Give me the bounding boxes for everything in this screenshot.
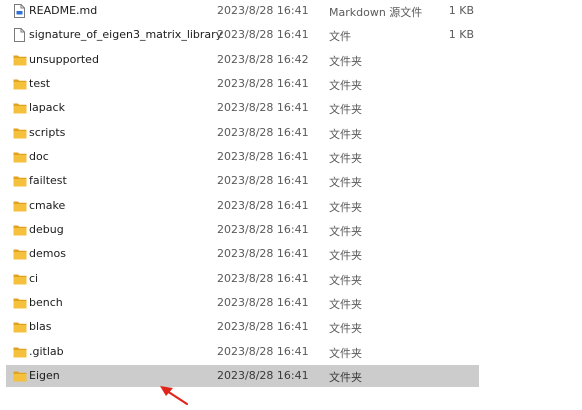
folder-icon	[13, 150, 27, 164]
file-name: cmake	[29, 199, 66, 212]
file-date-modified: 2023/8/28 16:41	[217, 4, 309, 17]
markdown-file-icon	[13, 4, 25, 18]
file-type: 文件夹	[329, 79, 362, 92]
file-name: debug	[29, 223, 64, 236]
file-date-modified: 2023/8/28 16:41	[217, 28, 309, 41]
file-date-modified: 2023/8/28 16:41	[217, 77, 309, 90]
file-date-modified: 2023/8/28 16:41	[217, 272, 309, 285]
file-date-modified: 2023/8/28 16:41	[217, 223, 309, 236]
folder-icon	[13, 247, 27, 261]
folder-icon	[13, 223, 27, 237]
folder-icon	[13, 369, 27, 383]
file-date-modified: 2023/8/28 16:41	[217, 320, 309, 333]
folder-icon	[13, 53, 27, 67]
file-row[interactable]: blas 2023/8/28 16:41 文件夹	[6, 316, 479, 338]
file-type: 文件夹	[329, 371, 362, 384]
file-type: 文件夹	[329, 249, 362, 262]
file-row[interactable]: test 2023/8/28 16:41 文件夹	[6, 73, 479, 95]
file-name: failtest	[29, 174, 67, 187]
file-type: 文件夹	[329, 298, 362, 311]
file-row[interactable]: debug 2023/8/28 16:41 文件夹	[6, 219, 479, 241]
file-name: ci	[29, 272, 39, 285]
file-name: lapack	[29, 101, 65, 114]
file-row[interactable]: Eigen 2023/8/28 16:41 文件夹	[6, 365, 479, 387]
file-row[interactable]: bench 2023/8/28 16:41 文件夹	[6, 292, 479, 314]
folder-icon	[13, 320, 27, 334]
file-row[interactable]: cmake 2023/8/28 16:41 文件夹	[6, 195, 479, 217]
file-name: scripts	[29, 126, 66, 139]
annotation-arrow-icon	[160, 386, 189, 406]
file-date-modified: 2023/8/28 16:41	[217, 369, 309, 382]
folder-icon	[13, 101, 27, 115]
file-row[interactable]: README.md 2023/8/28 16:41 Markdown 源文件 1 KB	[6, 0, 479, 22]
file-date-modified: 2023/8/28 16:41	[217, 101, 309, 114]
file-row[interactable]: .gitlab 2023/8/28 16:41 文件夹	[6, 341, 479, 363]
folder-icon	[13, 199, 27, 213]
file-size: 1 KB	[448, 4, 474, 17]
file-name: demos	[29, 247, 66, 260]
file-name: test	[29, 77, 51, 90]
file-type: 文件夹	[329, 176, 362, 189]
file-name: bench	[29, 296, 63, 309]
file-size: 1 KB	[448, 28, 474, 41]
folder-icon	[13, 272, 27, 286]
file-type: 文件夹	[329, 347, 362, 360]
file-date-modified: 2023/8/28 16:41	[217, 345, 309, 358]
folder-icon	[13, 296, 27, 310]
file-row[interactable]: lapack 2023/8/28 16:41 文件夹	[6, 97, 479, 119]
file-type: 文件夹	[329, 128, 362, 141]
folder-icon	[13, 77, 27, 91]
file-name: blas	[29, 320, 52, 333]
file-row[interactable]: demos 2023/8/28 16:41 文件夹	[6, 243, 479, 265]
file-name: unsupported	[29, 53, 99, 66]
folder-icon	[13, 126, 27, 140]
file-type: 文件夹	[329, 103, 362, 116]
file-row[interactable]: unsupported 2023/8/28 16:42 文件夹	[6, 49, 479, 71]
file-type: 文件夹	[329, 152, 362, 165]
file-date-modified: 2023/8/28 16:41	[217, 126, 309, 139]
file-name: .gitlab	[29, 345, 64, 358]
file-name: doc	[29, 150, 49, 163]
file-date-modified: 2023/8/28 16:41	[217, 150, 309, 163]
file-name: README.md	[29, 4, 98, 17]
file-type: Markdown 源文件	[329, 6, 423, 19]
file-date-modified: 2023/8/28 16:41	[217, 199, 309, 212]
file-row[interactable]: failtest 2023/8/28 16:41 文件夹	[6, 170, 479, 192]
file-date-modified: 2023/8/28 16:41	[217, 247, 309, 260]
file-name: signature_of_eigen3_matrix_library	[29, 28, 223, 41]
folder-icon	[13, 345, 27, 359]
file-row[interactable]: ci 2023/8/28 16:41 文件夹	[6, 268, 479, 290]
file-name: Eigen	[29, 369, 60, 382]
file-type: 文件夹	[329, 201, 362, 214]
file-type: 文件夹	[329, 322, 362, 335]
file-type: 文件夹	[329, 225, 362, 238]
file-date-modified: 2023/8/28 16:42	[217, 53, 309, 66]
file-row[interactable]: doc 2023/8/28 16:41 文件夹	[6, 146, 479, 168]
file-type: 文件	[329, 30, 351, 43]
folder-icon	[13, 174, 27, 188]
file-row[interactable]: scripts 2023/8/28 16:41 文件夹	[6, 122, 479, 144]
file-type: 文件夹	[329, 274, 362, 287]
file-icon	[13, 28, 25, 42]
file-date-modified: 2023/8/28 16:41	[217, 174, 309, 187]
file-type: 文件夹	[329, 55, 362, 68]
file-row[interactable]: signature_of_eigen3_matrix_library 2023/8…	[6, 24, 479, 46]
file-date-modified: 2023/8/28 16:41	[217, 296, 309, 309]
